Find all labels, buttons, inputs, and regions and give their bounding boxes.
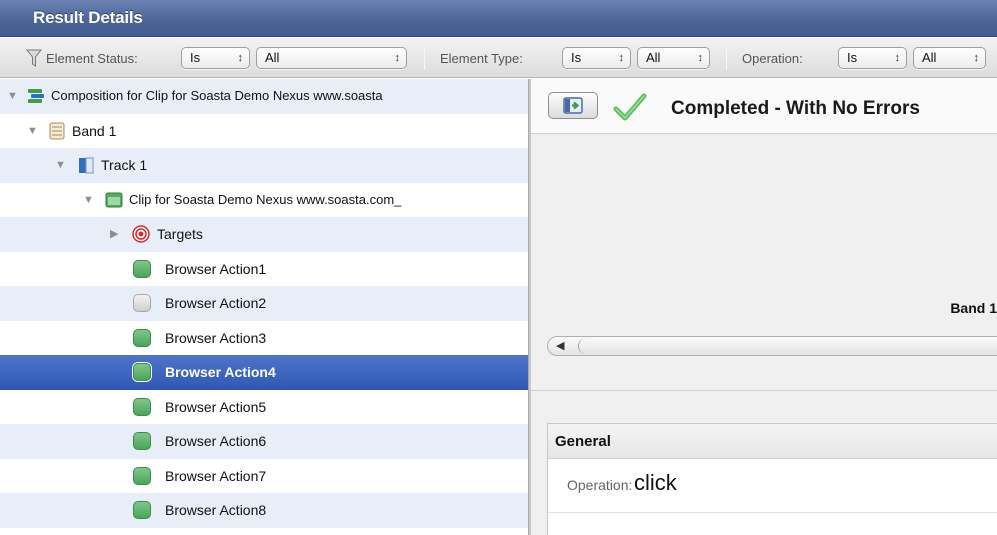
run-status: Completed - With No Errors	[671, 98, 920, 119]
checkmark-icon	[613, 93, 647, 121]
tree-item-label: Targets	[157, 226, 203, 242]
select-arrows-icon: ↕	[394, 52, 401, 64]
detail-panel: Completed - With No Errors Band 1 ◀ Gene…	[531, 79, 997, 535]
select-arrows-icon: ↕	[237, 52, 244, 64]
timeline-scrollbar[interactable]: ◀	[547, 336, 997, 356]
tree-row-browser-action[interactable]: Browser Action1	[0, 251, 528, 286]
disclosure-triangle-icon[interactable]: ▶	[110, 228, 122, 240]
tree-item-label: Browser Action3	[165, 329, 267, 346]
status-dot-icon	[133, 432, 151, 450]
element-status-value-select[interactable]: All ↕	[256, 47, 407, 69]
band-icon	[49, 122, 65, 139]
tree-row-track[interactable]: ▼ Track 1	[0, 148, 528, 183]
tree-row-browser-action[interactable]: Browser Action7	[0, 458, 528, 493]
operation-row: Operation: click	[548, 459, 997, 513]
tree-item-label: Browser Action4	[165, 364, 276, 380]
tree-item-label: Browser Action5	[165, 398, 267, 415]
tree-item-label: Browser Action1	[165, 260, 267, 277]
status-dot-icon	[133, 466, 151, 485]
funnel-icon[interactable]	[26, 48, 42, 68]
status-dot-icon	[133, 259, 151, 278]
result-tree: ▼ Composition for Clip for Soasta Demo N…	[0, 79, 528, 535]
timeline-band-label: Band 1	[950, 300, 997, 316]
scroll-thumb[interactable]	[578, 338, 592, 354]
select-arrows-icon: ↕	[697, 52, 704, 64]
element-type-operator-select[interactable]: Is ↕	[562, 47, 631, 69]
disclosure-triangle-icon[interactable]: ▼	[55, 159, 67, 171]
clip-icon	[105, 192, 123, 207]
general-section: General Operation: click	[547, 423, 997, 535]
status-dot-icon	[133, 363, 151, 381]
tree-row-band[interactable]: ▼ Band 1	[0, 113, 528, 148]
tree-row-browser-action[interactable]: Browser Action6	[0, 424, 528, 459]
tree-item-label: Browser Action2	[165, 295, 267, 311]
filter-separator	[424, 46, 425, 70]
disclosure-triangle-icon[interactable]: ▼	[27, 125, 39, 137]
title-bar: Result Details	[0, 0, 997, 37]
expand-panel-icon	[563, 97, 583, 114]
tree-row-browser-action-selected[interactable]: Browser Action4	[0, 355, 528, 390]
element-type-value-select[interactable]: All ↕	[637, 47, 710, 69]
track-icon	[79, 157, 94, 174]
filter-separator	[726, 46, 727, 70]
element-type-label: Element Type:	[440, 50, 523, 66]
section-divider	[531, 390, 997, 391]
select-arrows-icon: ↕	[973, 52, 980, 64]
tree-item-label: Composition for Clip for Soasta Demo Nex…	[51, 88, 383, 103]
status-header: Completed - With No Errors	[531, 79, 997, 134]
target-icon	[132, 225, 150, 243]
expand-panel-button[interactable]	[548, 92, 598, 119]
tree-item-label: Band 1	[72, 122, 117, 139]
filter-bar: Element Status: Is ↕ All ↕ Element Type:…	[0, 38, 997, 78]
general-section-title: General	[548, 424, 997, 459]
element-status-label: Element Status:	[46, 50, 138, 66]
tree-row-browser-action[interactable]: Browser Action8	[0, 493, 528, 528]
status-dot-icon	[133, 328, 151, 347]
tree-item-label: Track 1	[101, 157, 148, 173]
composition-icon	[28, 89, 44, 103]
scroll-left-icon[interactable]: ◀	[556, 339, 564, 352]
tree-item-label: Browser Action6	[165, 433, 267, 449]
panel-title: Result Details	[33, 8, 143, 27]
operation-operator-select[interactable]: Is ↕	[838, 47, 907, 69]
status-dot-icon	[133, 397, 151, 416]
element-status-operator-select[interactable]: Is ↕	[181, 47, 250, 69]
status-dot-icon	[133, 294, 151, 312]
select-arrows-icon: ↕	[618, 52, 625, 64]
tree-item-label: Clip for Soasta Demo Nexus www.soasta.co…	[129, 191, 402, 207]
disclosure-triangle-icon[interactable]: ▼	[83, 194, 95, 206]
tree-row-composition[interactable]: ▼ Composition for Clip for Soasta Demo N…	[0, 79, 528, 114]
tree-item-label: Browser Action8	[165, 502, 267, 518]
status-dot-icon	[133, 501, 151, 519]
tree-row-clip[interactable]: ▼ Clip for Soasta Demo Nexus www.soasta.…	[0, 182, 528, 217]
tree-row-browser-action[interactable]: Browser Action5	[0, 389, 528, 424]
operation-field-label: Operation:	[567, 477, 633, 493]
select-arrows-icon: ↕	[894, 52, 901, 64]
operation-label: Operation:	[742, 50, 803, 66]
disclosure-triangle-icon[interactable]: ▼	[7, 90, 19, 102]
tree-row-browser-action[interactable]: Browser Action3	[0, 320, 528, 355]
tree-row-targets[interactable]: ▶ Targets	[0, 217, 528, 252]
operation-field-value: click	[634, 470, 677, 495]
tree-item-label: Browser Action7	[165, 467, 267, 484]
operation-value-select[interactable]: All ↕	[913, 47, 986, 69]
tree-row-browser-action[interactable]: Browser Action2	[0, 286, 528, 321]
